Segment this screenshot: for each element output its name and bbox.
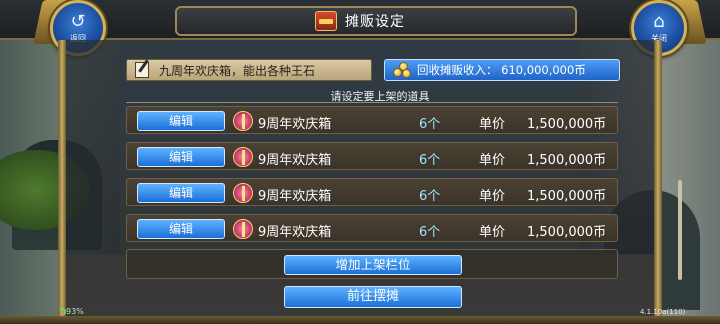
- item-row: 编辑 9周年欢庆箱 6个 单价 1,500,000币: [126, 142, 618, 170]
- home-icon: ⌂: [653, 10, 665, 32]
- unit-price-label: 单价: [479, 225, 506, 240]
- bottom-frame: [0, 316, 720, 324]
- item-row: 编辑 9周年欢庆箱 6个 单价 1,500,000币: [126, 178, 618, 206]
- panel-frame-right: [654, 40, 662, 324]
- edit-button[interactable]: 编辑: [137, 147, 225, 167]
- unit-price-label: 单价: [479, 189, 506, 204]
- collect-income-button[interactable]: 回收摊贩收入： 610,000,000币: [384, 59, 620, 81]
- edit-button[interactable]: 编辑: [137, 183, 225, 203]
- item-price: 1,500,000币: [527, 189, 607, 204]
- item-row: 编辑 9周年欢庆箱 6个 单价 1,500,000币: [126, 106, 618, 134]
- item-row: 编辑 9周年欢庆箱 6个 单价 1,500,000币: [126, 214, 618, 242]
- page-title: 摊贩设定: [345, 14, 405, 30]
- add-slot-button[interactable]: 增加上架栏位: [284, 255, 462, 275]
- gift-box-icon: [233, 111, 253, 131]
- edit-button[interactable]: 编辑: [137, 111, 225, 131]
- back-arrow-icon: ↺: [70, 10, 86, 32]
- notice-text: 九周年欢庆箱，能出各种王石: [159, 63, 316, 78]
- edit-button[interactable]: 编辑: [137, 219, 225, 239]
- item-quantity: 6个: [419, 117, 441, 132]
- item-name: 9周年欢庆箱: [258, 117, 332, 132]
- item-price: 1,500,000币: [527, 153, 607, 168]
- item-name: 9周年欢庆箱: [258, 153, 332, 168]
- panel-frame-left: [58, 40, 66, 324]
- version-label: 4.1.10a(110): [640, 308, 686, 316]
- battery-status: 93%: [66, 307, 84, 316]
- stall-chest-icon: [315, 11, 337, 31]
- coins-icon: [393, 62, 411, 78]
- divider: [126, 102, 618, 103]
- gift-box-icon: [233, 147, 253, 167]
- item-name: 9周年欢庆箱: [258, 225, 332, 240]
- list-scrollbar[interactable]: [678, 180, 682, 280]
- go-to-stall-button[interactable]: 前往摆摊: [284, 286, 462, 308]
- item-quantity: 6个: [419, 189, 441, 204]
- gift-box-icon: [233, 183, 253, 203]
- gift-box-icon: [233, 219, 253, 239]
- unit-price-label: 单价: [479, 117, 506, 132]
- stall-notice-field[interactable]: 九周年欢庆箱，能出各种王石: [126, 59, 372, 81]
- item-quantity: 6个: [419, 225, 441, 240]
- note-pencil-icon: [135, 62, 149, 78]
- item-price: 1,500,000币: [527, 225, 607, 240]
- title-plate: 摊贩设定: [175, 6, 577, 36]
- income-label: 回收摊贩收入： 610,000,000币: [417, 63, 586, 77]
- unit-price-label: 单价: [479, 153, 506, 168]
- signal-icon: [58, 308, 66, 316]
- item-name: 9周年欢庆箱: [258, 189, 332, 204]
- item-price: 1,500,000币: [527, 117, 607, 132]
- item-quantity: 6个: [419, 153, 441, 168]
